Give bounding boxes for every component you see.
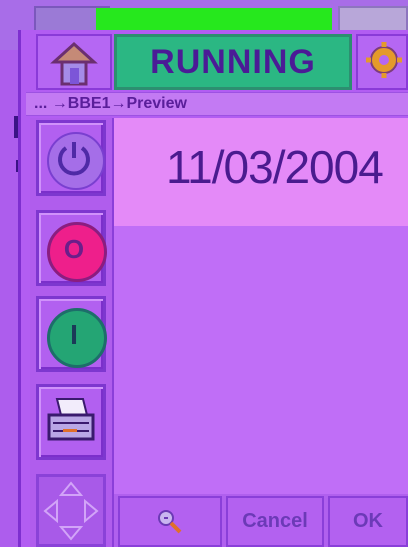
printer-icon — [47, 398, 95, 441]
power-button[interactable] — [36, 120, 106, 196]
cancel-button[interactable]: Cancel — [226, 496, 324, 547]
print-button[interactable] — [36, 384, 106, 460]
home-icon — [50, 41, 98, 86]
navigation-button[interactable] — [36, 474, 106, 547]
magnifier-icon — [158, 509, 182, 533]
preview-content — [114, 226, 408, 494]
home-button[interactable] — [36, 34, 112, 90]
status-indicator: RUNNING — [114, 34, 352, 90]
off-icon: O — [47, 222, 107, 282]
stop-button[interactable]: O — [36, 210, 107, 286]
ok-label: OK — [353, 510, 383, 532]
status-text: RUNNING — [150, 42, 316, 81]
gear-icon — [366, 42, 402, 78]
on-label: I — [70, 319, 78, 350]
on-icon: I — [47, 308, 107, 368]
date-display: 11/03/2004 — [114, 118, 408, 226]
zoom-button[interactable] — [118, 496, 222, 547]
off-label: O — [63, 233, 85, 264]
ok-button[interactable]: OK — [328, 496, 408, 547]
navigation-arrows-icon — [43, 481, 99, 541]
settings-button[interactable] — [356, 34, 408, 90]
cancel-label: Cancel — [242, 510, 308, 532]
power-icon — [47, 132, 105, 190]
start-button[interactable]: I — [36, 296, 107, 372]
date-value: 11/03/2004 — [166, 141, 384, 193]
breadcrumb: ... →BBE1→Preview — [26, 92, 408, 116]
breadcrumb-text: ... →BBE1→Preview — [34, 95, 187, 112]
